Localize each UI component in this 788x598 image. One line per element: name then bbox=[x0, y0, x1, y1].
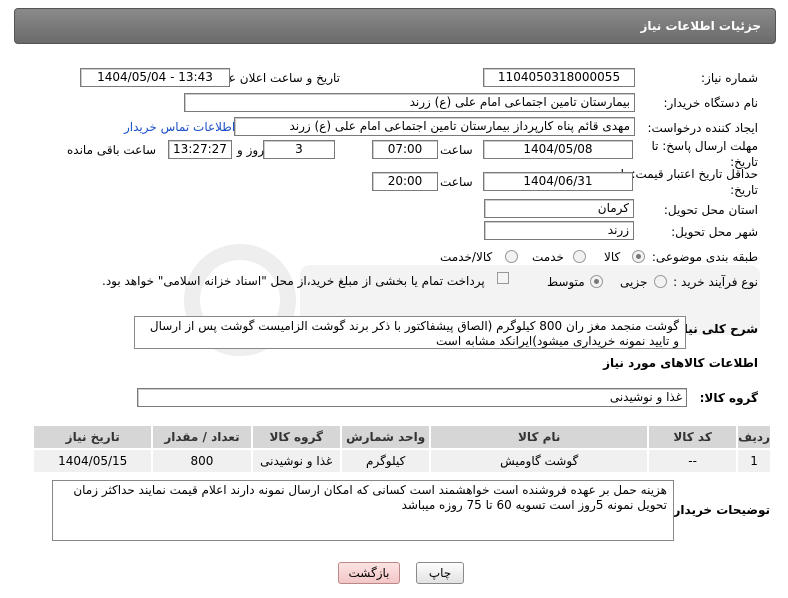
treasury-checkbox[interactable] bbox=[497, 272, 509, 284]
table-header-row: ردیف کد کالا نام کالا واحد شمارش گروه کا… bbox=[31, 424, 772, 450]
process-radio-medium[interactable] bbox=[590, 275, 603, 288]
province-field: کرمان bbox=[484, 199, 634, 218]
category-label: طبقه بندی موضوعی: bbox=[651, 250, 758, 264]
need-number-field: 1104050318000055 bbox=[483, 68, 635, 87]
page-header: جزئیات اطلاعات نیاز bbox=[14, 8, 776, 44]
cell-item-group: غذا و نوشیدنی bbox=[250, 448, 342, 474]
category-option-goods-service: کالا/خدمت bbox=[440, 250, 493, 264]
buyer-org-label: نام دستگاه خریدار: bbox=[663, 96, 759, 110]
cell-unit: کیلوگرم bbox=[339, 448, 432, 474]
col-quantity: تعداد / مقدار bbox=[151, 424, 253, 450]
goods-group-label: گروه کالا: bbox=[699, 391, 758, 405]
category-option-goods: کالا bbox=[604, 250, 621, 264]
category-option-service: خدمت bbox=[532, 250, 564, 264]
need-number-label: شماره نیاز: bbox=[701, 71, 758, 85]
remaining-label: ساعت باقی مانده bbox=[67, 143, 157, 157]
days-label: روز و bbox=[237, 143, 264, 157]
buyer-notes-textarea[interactable]: هزینه حمل بر عهده فروشنده است خواهشمند ا… bbox=[52, 480, 674, 541]
creator-label: ایجاد کننده درخواست: bbox=[647, 121, 758, 135]
validity-time-field: 20:00 bbox=[372, 172, 438, 191]
reply-date-field: 1404/05/08 bbox=[483, 140, 633, 159]
buyer-contact-link[interactable]: اطلاعات تماس خریدار bbox=[124, 120, 235, 134]
payment-note: پرداخت تمام یا بخشی از مبلغ خرید،از محل … bbox=[102, 274, 485, 288]
category-radio-goods-service[interactable] bbox=[505, 250, 518, 263]
print-button[interactable]: چاپ bbox=[416, 562, 464, 584]
buyer-notes-label: توضیحات خریدار: bbox=[668, 503, 770, 517]
col-unit: واحد شمارش bbox=[339, 424, 432, 450]
cell-quantity: 800 bbox=[151, 448, 253, 474]
page-title: جزئیات اطلاعات نیاز bbox=[640, 19, 761, 33]
col-row-number: ردیف bbox=[736, 424, 772, 450]
buyer-org-field: بیمارستان تامین اجتماعی امام علی (ع) زرن… bbox=[184, 93, 635, 112]
process-radio-minor[interactable] bbox=[654, 275, 667, 288]
cell-row-number: 1 bbox=[736, 448, 772, 474]
province-label: استان محل تحویل: bbox=[663, 203, 758, 217]
reply-time-field: 07:00 bbox=[372, 140, 438, 159]
remaining-time-field: 13:27:27 bbox=[168, 140, 232, 159]
col-item-code: کد کالا bbox=[647, 424, 739, 450]
validity-date-field: 1404/06/31 bbox=[483, 172, 633, 191]
process-option-minor: جزیی bbox=[620, 275, 648, 289]
cell-need-date: 1404/05/15 bbox=[31, 448, 154, 474]
city-field: زرند bbox=[484, 221, 634, 240]
goods-section-title: اطلاعات کالاهای مورد نیاز bbox=[603, 356, 758, 370]
category-radio-service[interactable] bbox=[573, 250, 586, 263]
items-table: ردیف کد کالا نام کالا واحد شمارش گروه کا… bbox=[31, 424, 772, 474]
creator-field: مهدی قائم پناه کارپرداز بیمارستان تامین … bbox=[234, 117, 635, 136]
reply-time-label: ساعت bbox=[440, 143, 473, 157]
goods-group-field: غذا و نوشیدنی bbox=[137, 388, 687, 407]
days-field: 3 bbox=[263, 140, 335, 159]
announce-date-field: 1404/05/04 - 13:43 bbox=[80, 68, 230, 87]
back-button[interactable]: بازگشت bbox=[338, 562, 400, 584]
summary-textarea[interactable]: گوشت منجمد مغز ران 800 کیلوگرم (الصاق پی… bbox=[134, 316, 686, 349]
cell-item-name: گوشت گاومیش bbox=[429, 448, 650, 474]
table-row[interactable]: 1 -- گوشت گاومیش کیلوگرم غذا و نوشیدنی 8… bbox=[31, 448, 772, 474]
category-radio-goods[interactable] bbox=[632, 250, 645, 263]
process-label: نوع فرآیند خرید : bbox=[673, 275, 758, 289]
validity-time-label: ساعت bbox=[440, 175, 473, 189]
cell-item-code: -- bbox=[647, 448, 739, 474]
col-item-group: گروه کالا bbox=[250, 424, 342, 450]
process-option-medium: متوسط bbox=[547, 275, 585, 289]
city-label: شهر محل تحویل: bbox=[671, 225, 758, 239]
col-item-name: نام کالا bbox=[429, 424, 650, 450]
col-need-date: تاریخ نیاز bbox=[31, 424, 154, 450]
